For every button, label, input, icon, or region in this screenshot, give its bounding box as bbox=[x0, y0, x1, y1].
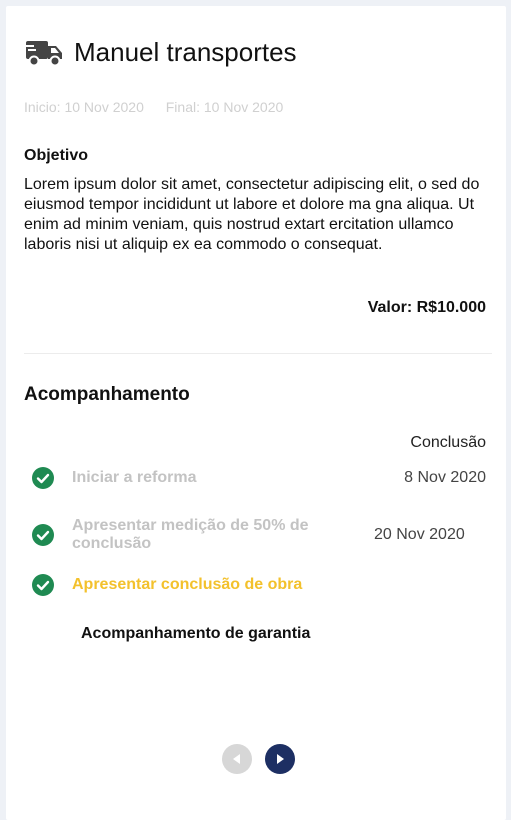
check-circle-icon bbox=[32, 524, 54, 546]
warranty-tracking-link[interactable]: Acompanhamento de garantia bbox=[81, 625, 310, 643]
step-label: Iniciar a reforma bbox=[72, 469, 197, 486]
step-date: 8 Nov 2020 bbox=[404, 469, 486, 486]
chevron-left-icon bbox=[233, 754, 240, 764]
step-item[interactable]: Apresentar conclusão de obra bbox=[32, 574, 486, 596]
truck-icon bbox=[26, 41, 62, 67]
card-header: Manuel transportes bbox=[24, 32, 297, 72]
next-button[interactable] bbox=[265, 744, 295, 774]
step-date: 20 Nov 2020 bbox=[374, 526, 465, 543]
step-item[interactable]: Apresentar medição de 50% de conclusão 2… bbox=[32, 517, 486, 553]
tracking-title: Acompanhamento bbox=[24, 384, 190, 405]
end-date: Final: 10 Nov 2020 bbox=[165, 99, 284, 115]
objective-label: Objetivo bbox=[24, 147, 89, 164]
chevron-right-icon bbox=[277, 754, 284, 764]
check-circle-icon bbox=[32, 467, 54, 489]
completion-column-header: Conclusão bbox=[410, 434, 486, 451]
step-label: Apresentar medição de 50% de conclusão bbox=[72, 517, 309, 552]
page-title: Manuel transportes bbox=[74, 36, 297, 67]
project-card: Manuel transportes Inicio: 10 Nov 2020 F… bbox=[6, 6, 506, 820]
step-item[interactable]: Iniciar a reforma 8 Nov 2020 bbox=[32, 467, 486, 489]
objective-text: Lorem ipsum dolor sit amet, consectetur … bbox=[24, 176, 480, 253]
check-circle-icon bbox=[32, 574, 54, 596]
divider bbox=[24, 353, 492, 354]
pager bbox=[222, 744, 308, 774]
project-dates: Inicio: 10 Nov 2020 Final: 10 Nov 2020 bbox=[24, 99, 283, 115]
project-value: Valor: R$10.000 bbox=[367, 299, 486, 316]
previous-button[interactable] bbox=[222, 744, 252, 774]
step-label: Apresentar conclusão de obra bbox=[72, 576, 303, 593]
start-date: Inicio: 10 Nov 2020 bbox=[24, 99, 144, 115]
